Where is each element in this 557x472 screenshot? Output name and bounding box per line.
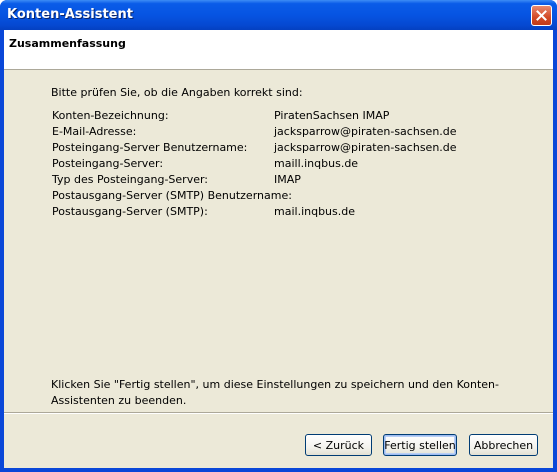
title-bar[interactable]: Konten-Assistent [0,0,557,30]
intro-text: Bitte prüfen Sie, ob die Angaben korrekt… [51,86,303,99]
summary-label: Posteingang-Server Benutzername: [52,141,248,154]
summary-label: Posteingang-Server: [52,157,164,170]
window-title: Konten-Assistent [7,7,133,22]
wizard-window: Konten-Assistent Zusammenfassung Bitte p… [0,0,557,472]
button-separator [4,412,553,414]
summary-value: maill.inqbus.de [274,157,359,170]
cancel-button[interactable]: Abbrechen [469,434,538,456]
summary-label: Typ des Posteingang-Server: [52,173,209,186]
summary-value: jacksparrow@piraten-sachsen.de [274,125,457,138]
summary-value: jacksparrow@piraten-sachsen.de [274,141,457,154]
page-title: Zusammenfassung [9,37,126,50]
finish-button[interactable]: Fertig stellen [383,434,457,456]
close-icon [536,10,547,21]
back-button[interactable]: < Zurück [305,434,372,456]
instruction-text: Klicken Sie "Fertig stellen", um diese E… [51,378,499,407]
wizard-client-area: Zusammenfassung Bitte prüfen Sie, ob die… [4,30,553,468]
summary-label: Konten-Bezeichnung: [52,109,169,122]
close-button[interactable] [531,5,552,26]
summary-value: mail.inqbus.de [274,205,356,218]
wizard-header: Zusammenfassung [4,30,553,70]
summary-value: IMAP [274,173,301,186]
summary-value: PiratenSachsen IMAP [274,109,390,122]
summary-label: Postausgang-Server (SMTP) Benutzername: [52,189,292,202]
summary-label: Postausgang-Server (SMTP): [52,205,208,218]
summary-label: E-Mail-Adresse: [52,125,137,138]
